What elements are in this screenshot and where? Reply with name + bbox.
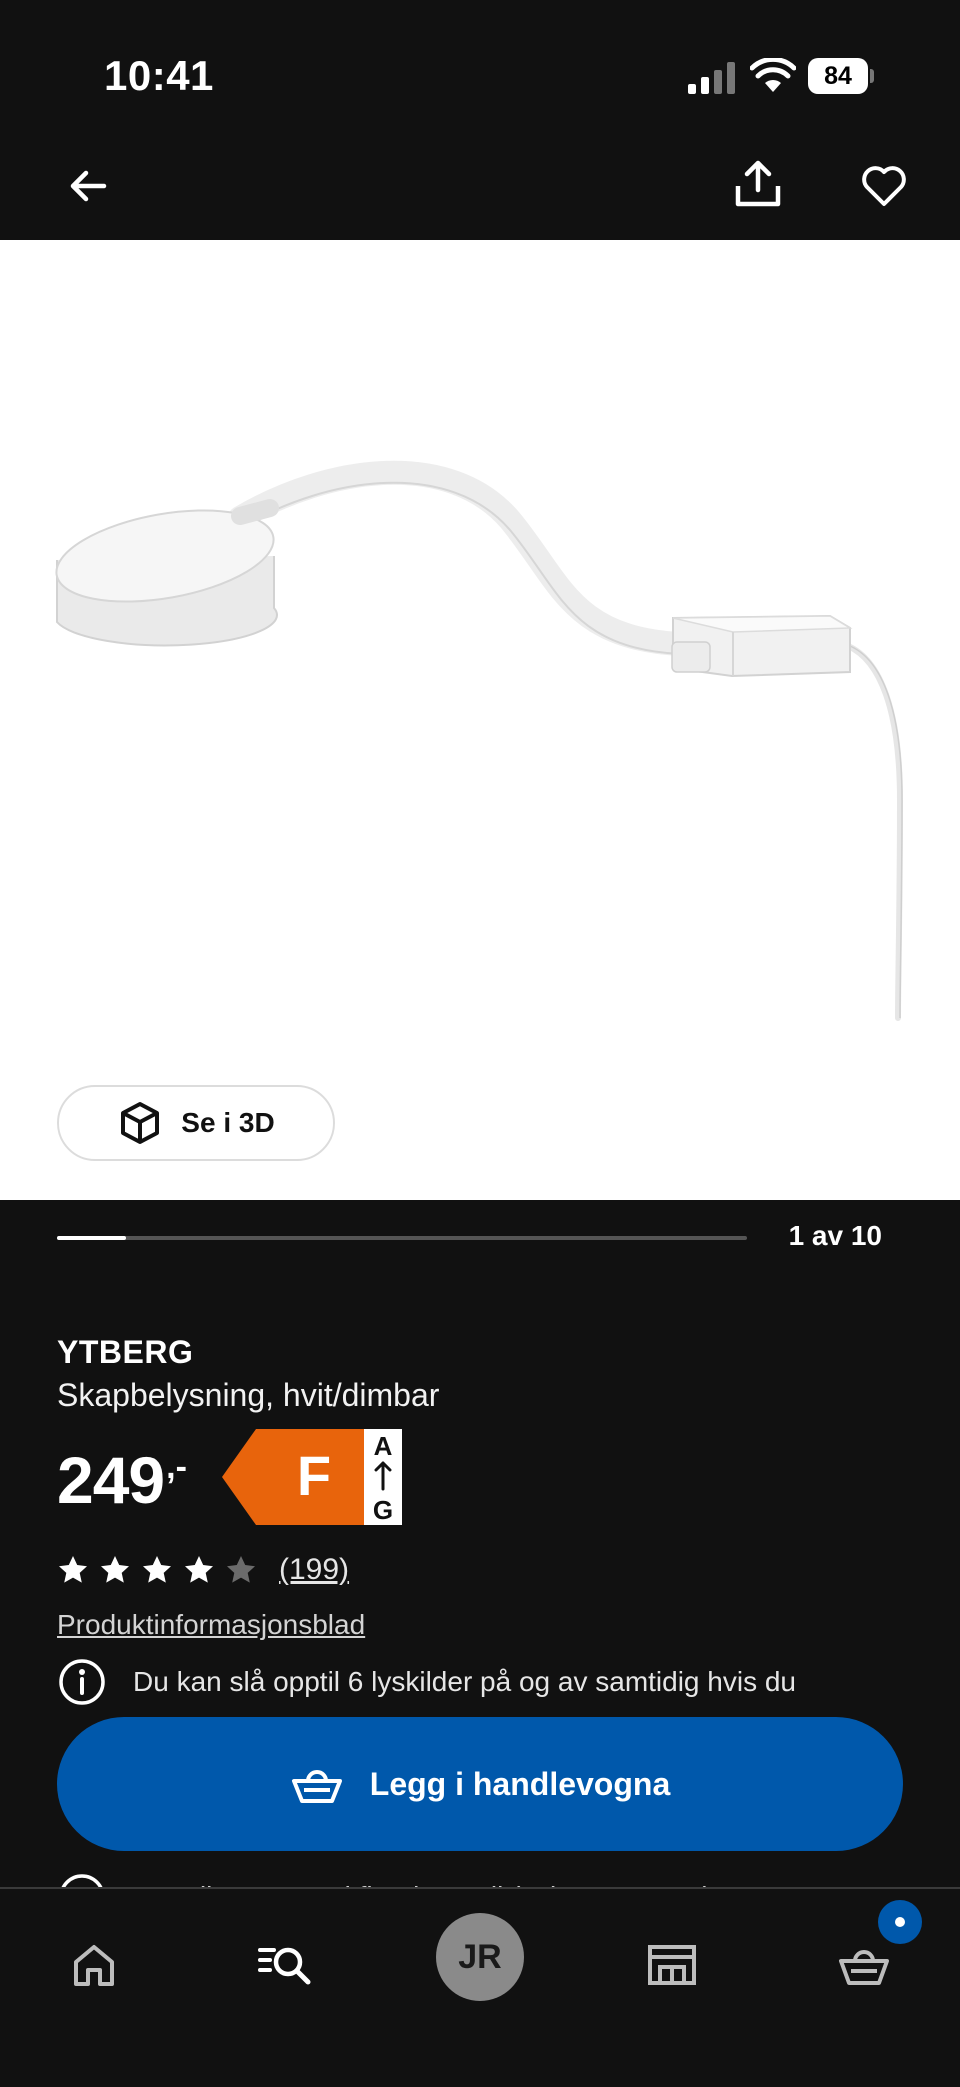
gallery-counter: 1 av 10 bbox=[788, 1220, 882, 1251]
price-suffix: ,- bbox=[166, 1448, 187, 1486]
lamp-product-photo bbox=[55, 460, 904, 1021]
battery-cap bbox=[870, 69, 874, 83]
wifi-icon bbox=[750, 58, 796, 92]
add-to-cart-button[interactable]: Legg i handlevogna bbox=[57, 1717, 903, 1851]
cart-badge bbox=[878, 1900, 922, 1944]
star-icon bbox=[101, 1556, 129, 1583]
product-info-sheet-link[interactable]: Produktinformasjonsblad bbox=[57, 1609, 365, 1641]
home-icon bbox=[74, 1945, 114, 1986]
gallery-progress: 1 av 10 bbox=[0, 1200, 960, 1280]
arrow-left-icon bbox=[70, 170, 107, 202]
battery-indicator: 84 bbox=[808, 58, 874, 94]
tab-home[interactable] bbox=[44, 1925, 144, 2005]
cart-icon bbox=[839, 1950, 889, 1985]
gallery-progress-fill bbox=[57, 1236, 126, 1240]
star-icon bbox=[227, 1556, 255, 1583]
search-icon bbox=[258, 1947, 311, 1985]
info-notice: Du kan slå opptil 6 lyskilder på og av s… bbox=[57, 1656, 937, 1708]
info-notice-text: Du kan slå opptil 6 lyskilder på og av s… bbox=[133, 1666, 797, 1697]
top-nav bbox=[0, 140, 960, 240]
tab-stores[interactable] bbox=[622, 1925, 722, 2005]
energy-class: F bbox=[297, 1444, 331, 1507]
product-name: YTBERG bbox=[57, 1334, 194, 1370]
battery-level: 84 bbox=[808, 58, 868, 94]
add-to-cart-label: Legg i handlevogna bbox=[369, 1765, 671, 1802]
star-icon bbox=[143, 1556, 171, 1583]
rating-stars bbox=[57, 1554, 267, 1586]
cart-badge-dot bbox=[895, 1917, 905, 1927]
favorite-button[interactable] bbox=[852, 154, 916, 218]
signal-icon bbox=[688, 62, 735, 94]
price-value: 249 bbox=[57, 1443, 165, 1517]
energy-label[interactable]: F A G bbox=[222, 1429, 402, 1525]
review-count[interactable]: (199) bbox=[279, 1553, 349, 1587]
basket-icon bbox=[291, 1770, 342, 1803]
status-bar: 10:41 84 bbox=[0, 0, 960, 140]
store-icon bbox=[648, 1945, 696, 1985]
product-image[interactable]: Se i 3D bbox=[0, 240, 960, 1200]
back-button[interactable] bbox=[56, 154, 120, 218]
see-in-3d-label: Se i 3D bbox=[181, 1107, 275, 1138]
energy-scale-bottom: G bbox=[373, 1495, 393, 1525]
share-button[interactable] bbox=[726, 152, 790, 216]
star-icon bbox=[185, 1556, 213, 1583]
cube-icon bbox=[121, 1102, 160, 1144]
share-icon bbox=[735, 160, 781, 207]
see-in-3d-button[interactable]: Se i 3D bbox=[57, 1085, 335, 1161]
tab-search[interactable] bbox=[236, 1925, 336, 2005]
tab-profile[interactable]: JR bbox=[430, 1913, 530, 2001]
rating[interactable]: (199) bbox=[57, 1550, 349, 1590]
product-price: 249 ,- bbox=[57, 1440, 187, 1520]
heart-icon bbox=[862, 166, 906, 206]
product-description: Skapbelysning, hvit/dimbar bbox=[57, 1377, 440, 1413]
energy-scale-top: A bbox=[374, 1431, 393, 1461]
info-icon bbox=[59, 1659, 105, 1705]
status-time: 10:41 bbox=[104, 52, 214, 99]
gallery-progress-track bbox=[57, 1236, 747, 1240]
avatar: JR bbox=[436, 1913, 524, 2001]
bottom-nav: JR bbox=[0, 1887, 960, 2087]
star-icon bbox=[59, 1556, 87, 1583]
